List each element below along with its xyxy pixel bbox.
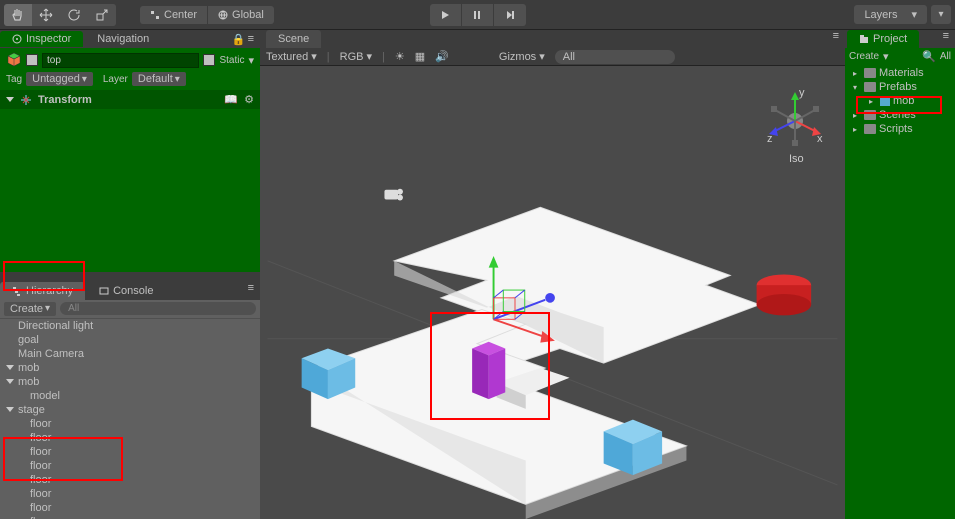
context-menu-icon[interactable]: ≡ (943, 30, 949, 48)
hierarchy-search[interactable]: All (60, 302, 256, 315)
inspector-body: ✓ ✓ Static ▾ Tag Untagged▾ Layer Default… (0, 48, 260, 272)
hierarchy-item[interactable]: floor (0, 417, 260, 431)
scene-3d (260, 66, 845, 519)
lock-icon[interactable]: 🔒 (232, 33, 246, 46)
pause-button[interactable] (462, 4, 494, 26)
svg-text:x: x (817, 133, 823, 145)
hierarchy-tabs: Hierarchy Console ≡ (0, 282, 260, 300)
hierarchy-item[interactable]: model (0, 389, 260, 403)
tab-project[interactable]: Project (847, 30, 919, 48)
tab-navigation[interactable]: Navigation (85, 31, 161, 47)
component-menu-icon[interactable]: ⚙ (244, 93, 254, 106)
hierarchy-item[interactable]: floor (0, 473, 260, 487)
scene-search[interactable]: All (555, 50, 675, 64)
hierarchy-item[interactable]: Main Camera (0, 347, 260, 361)
hierarchy-item[interactable]: floor (0, 431, 260, 445)
scene-view[interactable]: y x z Iso (260, 66, 845, 519)
hierarchy-item[interactable]: stage (0, 403, 260, 417)
play-controls (430, 4, 526, 26)
inspector-tabs: Inspector Navigation 🔒≡ (0, 30, 260, 48)
context-menu-icon[interactable]: ≡ (833, 30, 839, 48)
tab-hierarchy[interactable]: Hierarchy (0, 282, 85, 300)
scene-panel: Scene ≡ Textured ▾ | RGB ▾ | ☀ ▦ 🔊 Gizmo… (260, 30, 845, 519)
move-tool[interactable] (32, 4, 60, 26)
hierarchy-item[interactable]: floor (0, 445, 260, 459)
static-label: Static (219, 55, 244, 66)
project-item[interactable]: ▸Materials (845, 66, 955, 80)
red-cylinder (757, 274, 812, 315)
hierarchy-item[interactable]: floor (0, 459, 260, 473)
space-label: Global (232, 9, 264, 21)
left-panel: Inspector Navigation 🔒≡ ✓ ✓ Static ▾ Tag… (0, 30, 260, 519)
svg-text:Iso: Iso (789, 153, 804, 165)
project-item[interactable]: ▸Scripts (845, 122, 955, 136)
hierarchy-item[interactable]: mob (0, 361, 260, 375)
pivot-toggle[interactable]: Center (140, 6, 207, 24)
gameobject-icon (6, 52, 22, 68)
blue-cube-right (604, 420, 662, 476)
svg-text:z: z (767, 133, 773, 145)
axis-gizmo[interactable]: y x z Iso (765, 86, 825, 166)
help-icon[interactable]: 📖 (224, 93, 238, 106)
audio-toggle[interactable]: 🔊 (435, 50, 449, 63)
transform-tools (4, 4, 116, 26)
skybox-toggle[interactable]: ▦ (415, 50, 425, 63)
tab-scene[interactable]: Scene (266, 30, 321, 48)
create-dropdown[interactable]: Create▾ (4, 302, 56, 316)
transform-icon (20, 94, 32, 106)
render-dropdown[interactable]: RGB ▾ (340, 50, 372, 63)
layout-dropdown[interactable]: ▾ (931, 5, 951, 24)
space-toggle[interactable]: Global (207, 6, 274, 24)
gizmos-dropdown[interactable]: Gizmos ▾ (499, 50, 545, 63)
hierarchy-item[interactable]: mob (0, 375, 260, 389)
transform-component[interactable]: Transform 📖 ⚙ (0, 90, 260, 109)
context-menu-icon[interactable]: ≡ (248, 282, 254, 300)
tab-console[interactable]: Console (87, 282, 165, 300)
hierarchy-item[interactable]: Directional light (0, 319, 260, 333)
tab-inspector[interactable]: Inspector (0, 31, 83, 47)
project-tree: ▸Materials▾Prefabs▸mob▸Scenes▸Scripts (845, 64, 955, 136)
hand-tool[interactable] (4, 4, 32, 26)
project-search-icon[interactable]: 🔍 (922, 50, 936, 63)
step-button[interactable] (494, 4, 526, 26)
project-panel: Project ≡ Create▾ 🔍 All ▸Materials▾Prefa… (845, 30, 955, 519)
hierarchy-item[interactable]: floor (0, 515, 260, 519)
hierarchy-tree: Directional lightgoalMain Cameramobmobmo… (0, 319, 260, 519)
pivot-label: Center (164, 9, 197, 21)
project-item[interactable]: ▸mob (845, 94, 955, 108)
purple-mob (472, 342, 505, 399)
hierarchy-body: Create▾ All Directional lightgoalMain Ca… (0, 300, 260, 519)
transform-label: Transform (38, 94, 92, 106)
rotate-tool[interactable] (60, 4, 88, 26)
svg-text:y: y (799, 87, 805, 99)
tag-label: Tag (6, 74, 22, 85)
shading-dropdown[interactable]: Textured ▾ (266, 50, 317, 63)
scale-tool[interactable] (88, 4, 116, 26)
light-toggle[interactable]: ☀ (395, 50, 405, 63)
layers-label: Layers (864, 9, 897, 21)
hierarchy-item[interactable]: goal (0, 333, 260, 347)
hierarchy-item[interactable]: floor (0, 487, 260, 501)
hierarchy-item[interactable]: floor (0, 501, 260, 515)
foldout-icon (6, 97, 14, 102)
static-checkbox[interactable]: ✓ (203, 54, 215, 66)
static-dropdown[interactable]: ▾ (248, 54, 254, 67)
tag-dropdown[interactable]: Untagged▾ (26, 72, 93, 86)
layer-dropdown[interactable]: Default▾ (132, 72, 186, 86)
project-item[interactable]: ▾Prefabs (845, 80, 955, 94)
play-button[interactable] (430, 4, 462, 26)
project-item[interactable]: ▸Scenes (845, 108, 955, 122)
main-toolbar: Center Global Layers▾ ▾ (0, 0, 955, 30)
project-create[interactable]: Create (849, 51, 879, 62)
active-checkbox[interactable]: ✓ (26, 54, 38, 66)
layer-label: Layer (103, 74, 128, 85)
context-menu-icon[interactable]: ≡ (248, 33, 254, 46)
scene-toolbar: Textured ▾ | RGB ▾ | ☀ ▦ 🔊 Gizmos ▾ All (260, 48, 845, 66)
object-name-input[interactable] (42, 53, 199, 68)
layers-dropdown[interactable]: Layers▾ (854, 5, 927, 24)
